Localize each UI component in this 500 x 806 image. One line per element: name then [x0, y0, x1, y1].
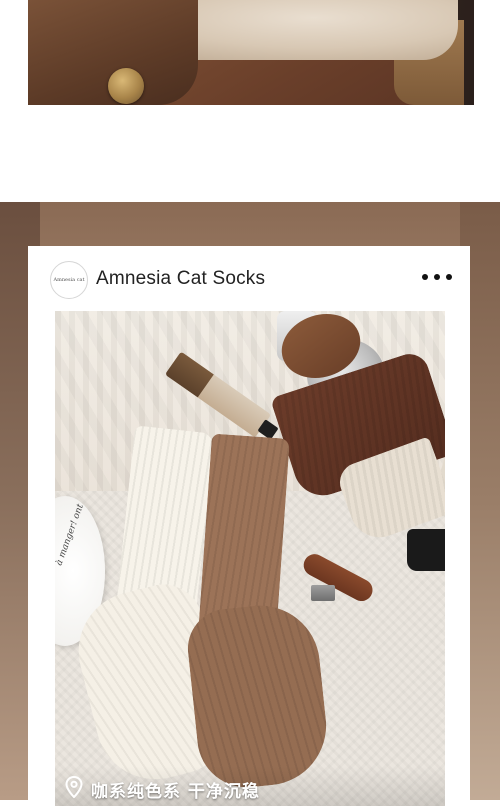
brass-rivet — [108, 68, 144, 104]
location-pin-icon — [65, 775, 83, 799]
avatar-text: Amnesia cat — [53, 277, 85, 283]
social-post-card: Amnesia cat Amnesia Cat Socks à manger! … — [28, 246, 470, 806]
more-icon[interactable] — [422, 270, 452, 284]
mini-hanger — [299, 549, 385, 619]
hanger-clip — [311, 585, 335, 601]
svg-text:à manger! ont: à manger! ont — [55, 502, 86, 567]
black-item — [407, 529, 445, 571]
account-name[interactable]: Amnesia Cat Socks — [96, 268, 265, 290]
post-photo[interactable]: à manger! ont 咖系纯色系 干净沉稳 — [55, 311, 445, 806]
more-dot — [446, 274, 452, 280]
avatar[interactable]: Amnesia cat — [50, 261, 88, 299]
tan-sock-foot — [183, 599, 333, 793]
post-header: Amnesia cat Amnesia Cat Socks — [28, 246, 470, 312]
more-dot — [434, 274, 440, 280]
location-caption[interactable]: 咖系纯色系 干净沉稳 — [55, 766, 445, 806]
more-dot — [422, 274, 428, 280]
top-product-photo — [28, 0, 474, 105]
location-text: 咖系纯色系 干净沉稳 — [91, 782, 260, 802]
